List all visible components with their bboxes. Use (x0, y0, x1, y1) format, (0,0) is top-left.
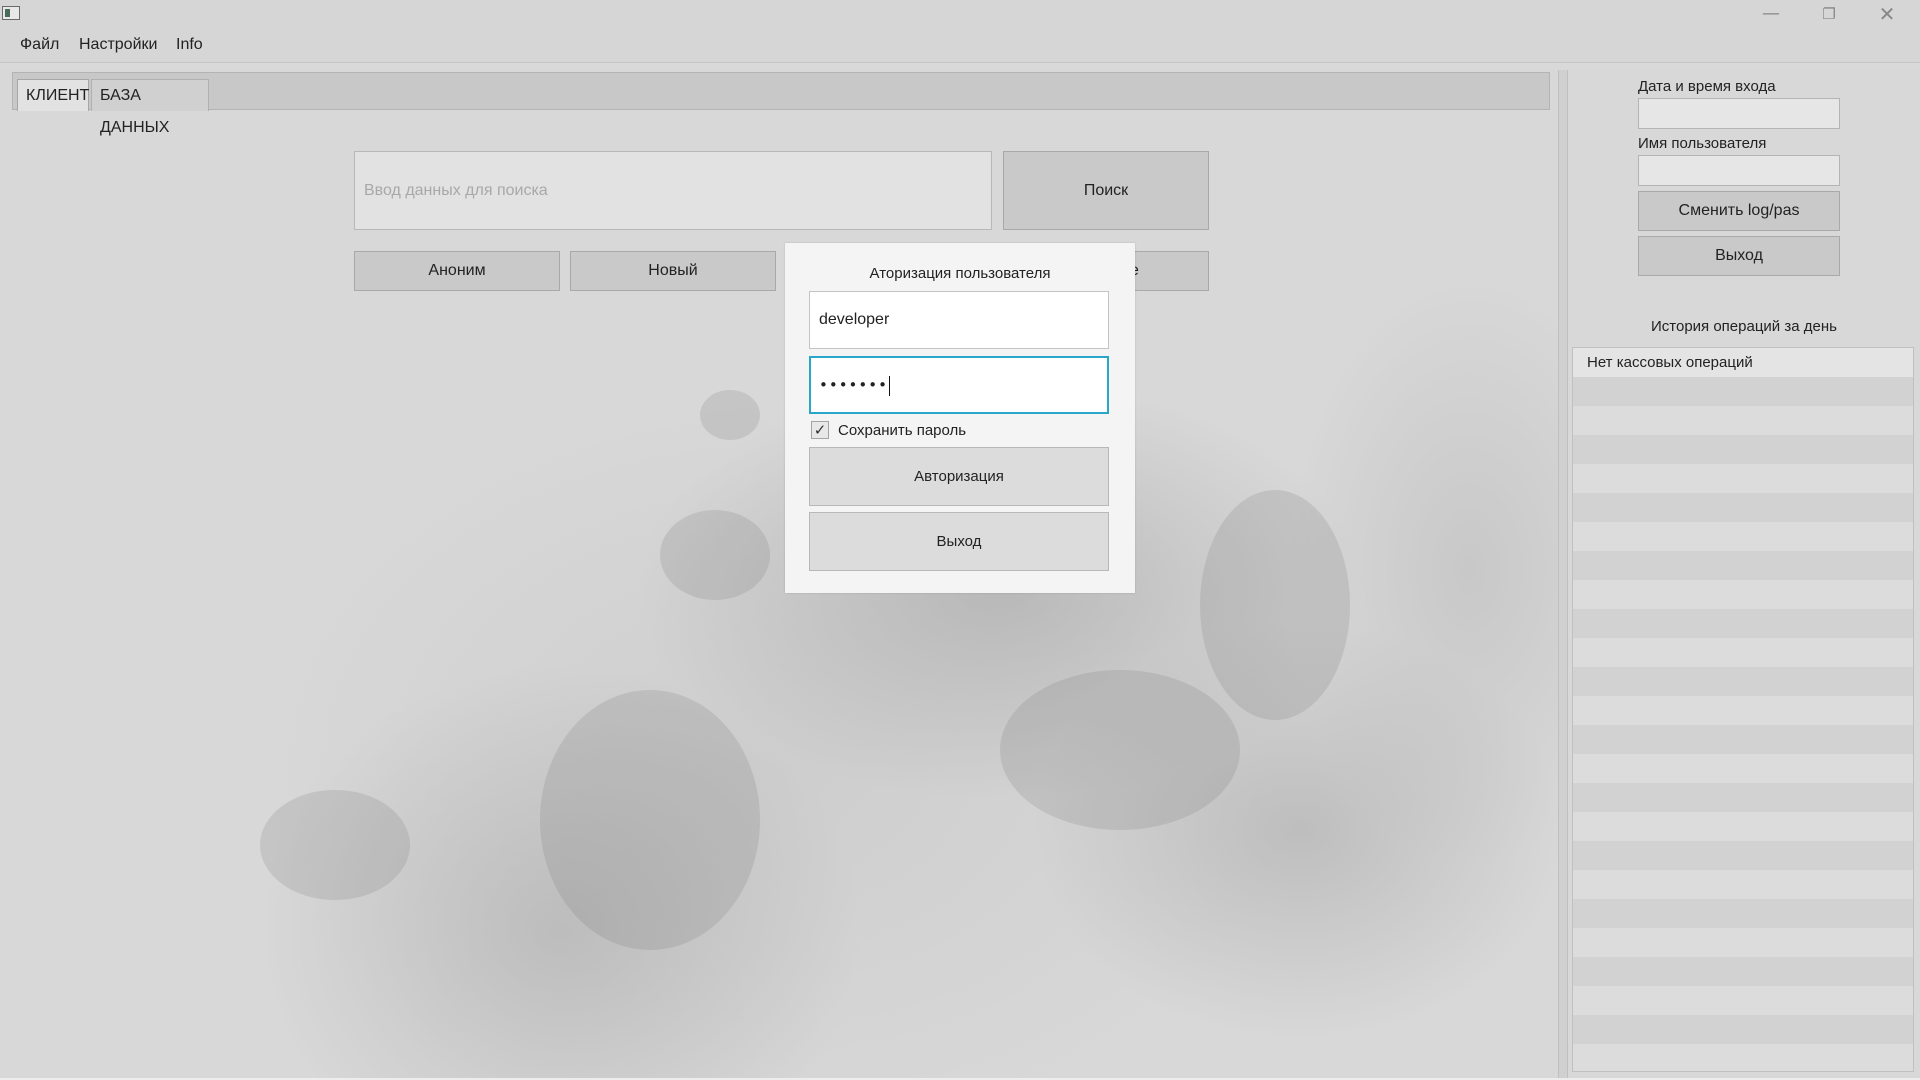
username-label: Имя пользователя (1638, 135, 1767, 152)
close-icon[interactable]: ✕ (1858, 0, 1916, 28)
search-button[interactable]: Поиск (1003, 151, 1209, 230)
dialog-exit-button[interactable]: Выход (809, 512, 1109, 571)
change-credentials-button[interactable]: Сменить log/pas (1638, 191, 1840, 231)
split-divider[interactable] (1558, 70, 1568, 1080)
list-item[interactable]: Нет кассовых операций (1573, 348, 1913, 377)
username-field (1638, 155, 1840, 186)
login-time-label: Дата и время входа (1638, 78, 1776, 95)
login-password-input[interactable]: ••••••• (809, 356, 1109, 414)
history-list[interactable]: Нет кассовых операций (1572, 347, 1914, 1072)
login-time-field (1638, 98, 1840, 129)
tab-client[interactable]: КЛИЕНТ (17, 79, 89, 111)
password-mask: ••••••• (819, 376, 888, 394)
login-dialog-title: Аторизация пользователя (869, 265, 1051, 282)
search-input[interactable] (354, 151, 992, 230)
window-title-bar: — ❐ ✕ (0, 0, 1920, 28)
new-client-button[interactable]: Новый (570, 251, 776, 291)
tab-database[interactable]: БАЗА ДАННЫХ (91, 79, 209, 136)
minimize-icon[interactable]: — (1742, 0, 1800, 28)
menu-settings[interactable]: Настройки (79, 36, 157, 54)
menu-file[interactable]: Файл (20, 36, 59, 54)
authorize-button[interactable]: Авторизация (809, 447, 1109, 506)
app-icon (2, 6, 20, 20)
remember-password-label[interactable]: Сохранить пароль (838, 422, 966, 439)
logout-button[interactable]: Выход (1638, 236, 1840, 276)
tab-strip (12, 72, 1550, 110)
maximize-icon[interactable]: ❐ (1800, 0, 1858, 28)
menu-bar: Файл Настройки Info (0, 28, 1920, 63)
remember-password-checkbox[interactable]: ✓ (811, 421, 829, 439)
history-item-text: Нет кассовых операций (1587, 354, 1753, 371)
login-dialog: Аторизация пользователя developer ••••••… (785, 243, 1135, 593)
anonymous-button[interactable]: Аноним (354, 251, 560, 291)
login-username-input[interactable]: developer (809, 291, 1109, 349)
history-title: История операций за день (1651, 318, 1837, 335)
text-caret (888, 375, 890, 396)
menu-info[interactable]: Info (176, 36, 203, 54)
